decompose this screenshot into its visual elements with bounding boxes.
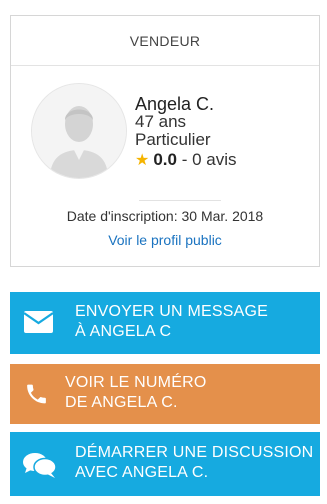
rating-value: 0.0 [153, 150, 177, 169]
seller-name: Angela C. [135, 94, 215, 114]
user-silhouette-icon [32, 84, 126, 178]
start-discussion-label-line2: AVEC ANGELA C. [75, 464, 209, 481]
envelope-icon [24, 311, 53, 333]
show-phone-label-line2: DE ANGELA C. [65, 394, 178, 411]
seller-age: 47 ans [135, 112, 187, 131]
phone-icon [27, 384, 46, 404]
divider [139, 200, 221, 201]
star-icon: ★ [135, 152, 150, 169]
start-discussion-label-line1: DÉMARRER UNE DISCUSSION [75, 444, 314, 461]
seller-card-header: VENDEUR [11, 16, 319, 66]
public-profile-link[interactable]: Voir le profil public [11, 232, 319, 248]
send-message-button[interactable]: ENVOYER UN MESSAGE À ANGELA C [10, 292, 320, 354]
show-phone-button[interactable]: VOIR LE NUMÉRO DE ANGELA C. [10, 364, 320, 424]
avatar [31, 83, 127, 179]
start-discussion-button[interactable]: DÉMARRER UNE DISCUSSION AVEC ANGELA C. [10, 432, 320, 496]
seller-card: VENDEUR Angela C. 47 ans Particulier ★ 0.… [10, 15, 320, 267]
rating-row: ★ 0.0 - 0 avis [135, 150, 237, 171]
registration-date: Date d'inscription: 30 Mar. 2018 [66, 208, 264, 224]
send-message-label-line2: À ANGELA C [75, 323, 172, 340]
review-count: - 0 avis [176, 150, 237, 169]
show-phone-label-line1: VOIR LE NUMÉRO [65, 374, 207, 391]
seller-type: Particulier [135, 130, 211, 149]
chat-bubbles-icon [23, 453, 57, 478]
send-message-label-line1: ENVOYER UN MESSAGE [75, 303, 268, 320]
